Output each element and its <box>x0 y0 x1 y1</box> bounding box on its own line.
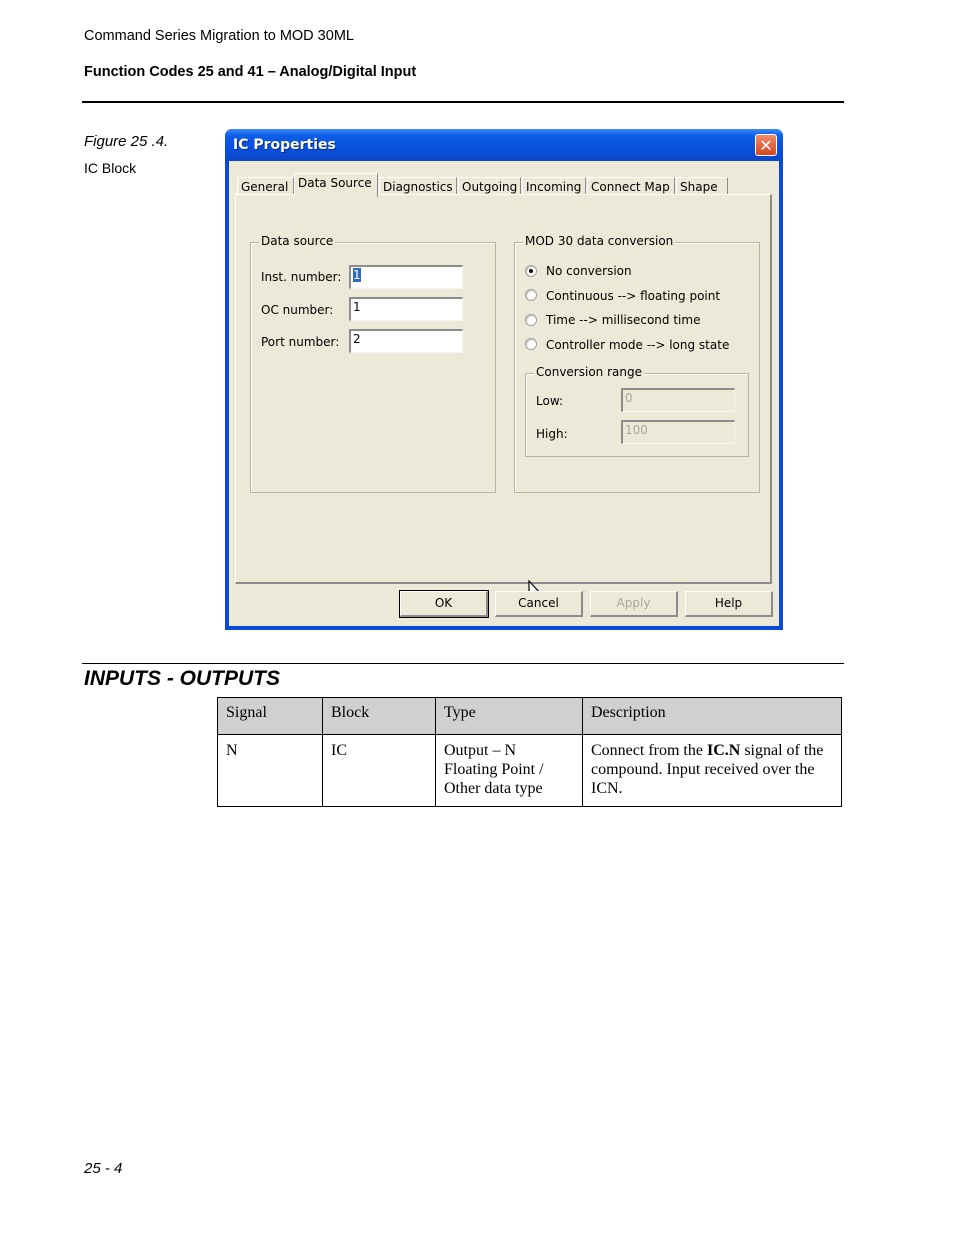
col-header-signal: Signal <box>217 697 323 735</box>
table-row: N IC Output – N Floating Point / Other d… <box>217 734 842 807</box>
data-source-group-title: Data source <box>259 234 336 248</box>
radio-controller-long[interactable] <box>525 338 537 350</box>
tab-shape[interactable]: Shape <box>676 177 728 195</box>
high-input[interactable]: 100 <box>621 420 735 444</box>
conversion-group-title: MOD 30 data conversion <box>523 234 676 248</box>
cell-description: Connect from the IC.N signal of the comp… <box>582 734 842 807</box>
help-button[interactable]: Help <box>685 591 773 617</box>
radio-continuous-float[interactable] <box>525 289 537 301</box>
port-number-label: Port number: <box>261 335 340 349</box>
ok-button[interactable]: OK <box>399 590 489 618</box>
col-header-description: Description <box>582 697 842 735</box>
oc-number-label: OC number: <box>261 303 334 317</box>
page-number: 25 - 4 <box>84 1160 123 1177</box>
figure-label: Figure 25 .4. <box>84 133 169 150</box>
tab-incoming[interactable]: Incoming <box>522 177 586 195</box>
header-rule <box>82 101 844 103</box>
cell-signal: N <box>217 734 323 807</box>
conversion-range-title: Conversion range <box>534 365 644 379</box>
radio-time-ms[interactable] <box>525 314 537 326</box>
oc-number-input[interactable]: 1 <box>349 297 463 321</box>
dialog-title: IC Properties <box>233 137 336 153</box>
dialog-titlebar[interactable]: IC Properties ✕ <box>225 129 783 161</box>
tab-outgoing[interactable]: Outgoing <box>458 177 521 195</box>
low-input[interactable]: 0 <box>621 388 735 412</box>
figure-caption: IC Block <box>84 160 137 176</box>
radio-no-conversion[interactable] <box>525 265 537 277</box>
section-heading: Function Codes 25 and 41 – Analog/Digita… <box>84 64 417 80</box>
apply-button[interactable]: Apply <box>590 591 678 617</box>
tab-diagnostics[interactable]: Diagnostics <box>379 177 457 195</box>
dialog-client: General Data Source Diagnostics Outgoing… <box>229 161 779 626</box>
cell-type: Output – N Floating Point / Other data t… <box>435 734 583 807</box>
low-label: Low: <box>536 394 564 408</box>
tab-general[interactable]: General <box>237 177 294 195</box>
cancel-button[interactable]: Cancel <box>495 591 583 617</box>
col-header-block: Block <box>322 697 436 735</box>
inst-number-label: Inst. number: <box>261 270 342 284</box>
tab-data-source[interactable]: Data Source <box>294 173 378 197</box>
inputs-outputs-table: Signal Block Type Description N IC Outpu… <box>217 697 842 807</box>
col-header-type: Type <box>435 697 583 735</box>
cell-block: IC <box>322 734 436 807</box>
data-source-group: Data source Inst. number: 1 OC number: 1… <box>250 234 496 493</box>
high-label: High: <box>536 427 568 441</box>
ic-properties-dialog: IC Properties ✕ General Data Source Diag… <box>225 129 783 630</box>
inputs-outputs-heading: INPUTS - OUTPUTS <box>84 667 281 690</box>
radio-label-no-conversion[interactable]: No conversion <box>546 264 632 278</box>
table-header-row: Signal Block Type Description <box>217 697 842 735</box>
section-rule <box>82 663 844 664</box>
inst-number-input[interactable]: 1 <box>349 265 463 289</box>
tab-connect-map[interactable]: Connect Map <box>587 177 675 195</box>
close-button[interactable]: ✕ <box>755 134 777 156</box>
mod30-conversion-group: MOD 30 data conversion No conversion Con… <box>514 234 760 493</box>
document-title: Command Series Migration to MOD 30ML <box>84 28 354 44</box>
radio-label-time-ms[interactable]: Time --> millisecond time <box>546 313 700 327</box>
port-number-input[interactable]: 2 <box>349 329 463 353</box>
tab-page-data-source: Data source Inst. number: 1 OC number: 1… <box>235 194 772 604</box>
close-icon: ✕ <box>759 136 773 155</box>
conversion-range-group: Conversion range Low: 0 High: 100 <box>525 365 749 457</box>
radio-label-continuous-float[interactable]: Continuous --> floating point <box>546 289 720 303</box>
radio-label-controller-long[interactable]: Controller mode --> long state <box>546 338 729 352</box>
